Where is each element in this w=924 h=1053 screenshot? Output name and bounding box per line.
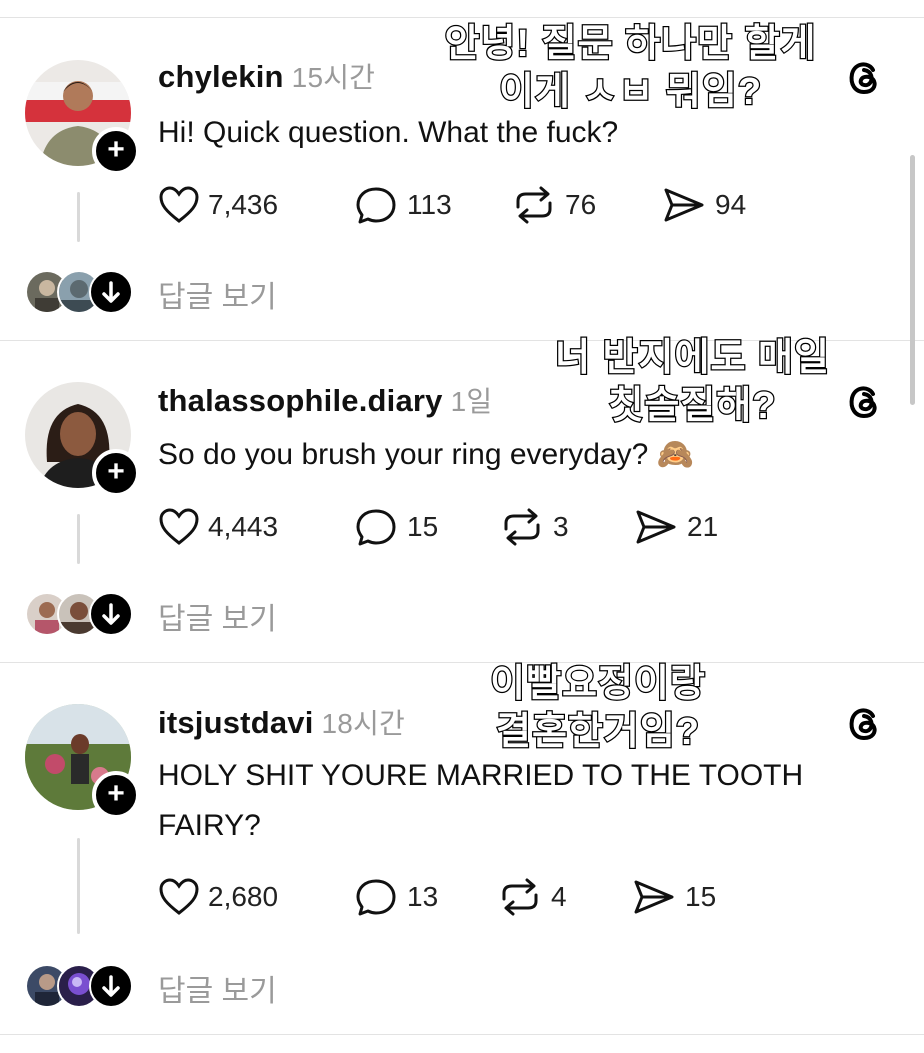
view-replies-label[interactable]: 답글 보기: [158, 272, 277, 316]
arrow-down-icon: [102, 603, 120, 625]
like-count: 2,680: [208, 881, 279, 912]
post-2: + thalassophile.diary 1일 So do you brush …: [0, 336, 924, 662]
repost-icon: [504, 508, 540, 546]
heart-icon: [159, 186, 199, 223]
repost-button[interactable]: 4: [497, 877, 567, 917]
follow-plus-button[interactable]: +: [92, 771, 140, 819]
repost-count: 4: [551, 881, 567, 912]
caption-line-2: 결혼한거임?: [495, 710, 701, 755]
repost-button[interactable]: 76: [511, 185, 596, 225]
caption-line-2: 칫솔질해?: [607, 384, 777, 429]
arrow-down-icon: [102, 281, 120, 303]
view-replies-row[interactable]: 답글 보기: [25, 964, 325, 1008]
post-time: 15시간: [291, 62, 376, 93]
send-icon: [634, 880, 674, 914]
heart-icon: [159, 508, 199, 545]
post-time: 18시간: [321, 708, 405, 739]
send-icon: [664, 188, 704, 222]
repost-icon: [502, 878, 538, 916]
view-replies-row[interactable]: 답글 보기: [25, 592, 325, 636]
comment-button[interactable]: 13: [355, 877, 438, 917]
heart-icon: [159, 878, 199, 915]
caption-overlay: 안녕! 질문 하나만 할게 이게 ㅅㅂ 뭐임?: [418, 20, 843, 116]
like-count: 7,436: [208, 189, 279, 220]
expand-replies-button[interactable]: [89, 592, 133, 636]
threads-logo-icon[interactable]: [843, 702, 885, 744]
post-1: + chylekin 15시간 Hi! Quick question. What …: [0, 0, 924, 340]
follow-plus-button[interactable]: +: [92, 449, 140, 497]
thread-line: [77, 838, 80, 934]
comment-count: 113: [407, 189, 452, 220]
username-text[interactable]: chylekin: [158, 59, 284, 94]
like-button[interactable]: 7,436: [158, 185, 278, 225]
share-count: 15: [685, 881, 717, 912]
thread-line: [77, 192, 80, 242]
follow-plus-button[interactable]: +: [92, 127, 140, 175]
caption-line-1: 이빨요정이랑: [489, 662, 706, 707]
comment-bubble-icon: [356, 879, 396, 916]
thread-line: [77, 514, 80, 564]
comment-count: 15: [407, 511, 439, 542]
share-count: 21: [687, 511, 719, 542]
share-button[interactable]: 21: [633, 507, 718, 547]
caption-overlay: 너 반지에도 매일 칫솔질해?: [530, 334, 855, 430]
comment-bubble-icon: [356, 187, 396, 224]
share-button[interactable]: 15: [631, 877, 716, 917]
post-time: 1일: [450, 386, 493, 417]
share-button[interactable]: 94: [661, 185, 746, 225]
share-count: 94: [715, 189, 747, 220]
comment-bubble-icon: [356, 509, 396, 546]
expand-replies-button[interactable]: [89, 270, 133, 314]
caption-line-2: 이게 ㅅㅂ 뭐임?: [498, 70, 763, 115]
post-text: HOLY SHIT YOURE MARRIED TO THE TOOTH FAI…: [158, 759, 804, 842]
post-text: So do you brush your ring everyday? 🙈: [158, 438, 694, 471]
username[interactable]: chylekin 15시간: [158, 56, 375, 96]
repost-button[interactable]: 3: [499, 507, 569, 547]
username[interactable]: itsjustdavi 18시간: [158, 702, 405, 742]
expand-replies-button[interactable]: [89, 964, 133, 1008]
like-button[interactable]: 4,443: [158, 507, 278, 547]
repost-icon: [516, 186, 552, 224]
like-button[interactable]: 2,680: [158, 877, 278, 917]
caption-line-1: 너 반지에도 매일: [554, 336, 830, 381]
threads-logo-icon[interactable]: [843, 56, 885, 98]
send-icon: [636, 510, 676, 544]
divider-bottom: [0, 1034, 924, 1035]
like-count: 4,443: [208, 511, 279, 542]
username-text[interactable]: thalassophile.diary: [158, 383, 443, 418]
username-text[interactable]: itsjustdavi: [158, 705, 314, 740]
scrollbar[interactable]: [910, 155, 915, 405]
comment-count: 13: [407, 881, 439, 912]
comment-button[interactable]: 113: [355, 185, 452, 225]
repost-count: 3: [553, 511, 569, 542]
repost-count: 76: [565, 189, 597, 220]
post-3: + itsjustdavi 18시간 HOLY SHIT YOURE MARRIE…: [0, 662, 924, 1034]
comment-button[interactable]: 15: [355, 507, 438, 547]
view-replies-label[interactable]: 답글 보기: [158, 594, 277, 638]
caption-overlay: 이빨요정이랑 결혼한거임?: [468, 660, 728, 756]
caption-line-1: 안녕! 질문 하나만 할게: [443, 22, 817, 67]
arrow-down-icon: [102, 975, 120, 997]
view-replies-row[interactable]: 답글 보기: [25, 270, 325, 314]
username[interactable]: thalassophile.diary 1일: [158, 380, 492, 420]
view-replies-label[interactable]: 답글 보기: [158, 966, 277, 1010]
